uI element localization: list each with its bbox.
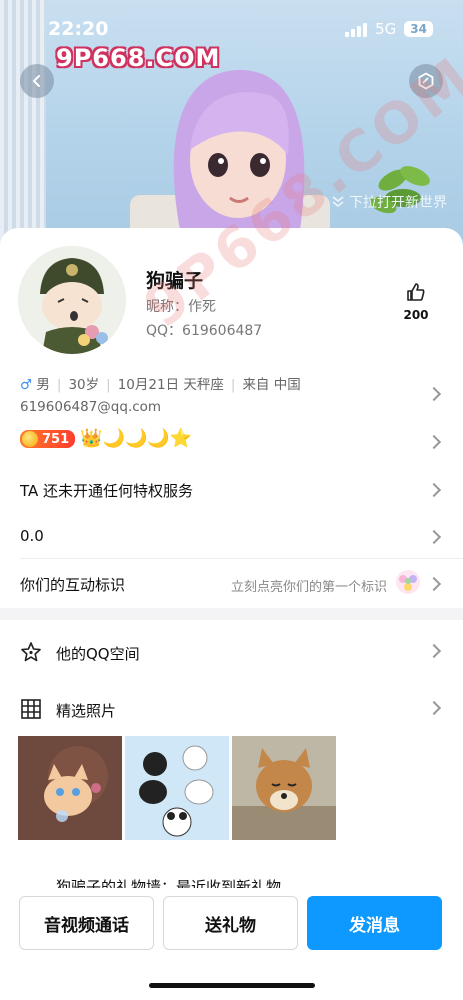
grid-icon [21,699,41,719]
hometown: 来自 中国 [242,377,301,393]
bottom-action-bar: 音视频通话 送礼物 发消息 [0,890,463,1000]
row-divider [20,558,463,559]
basic-info[interactable]: ♂ 男 | 30岁 | 10月21日 天秤座 | 来自 中国 619606487@qq.co… [20,374,430,418]
back-button[interactable] [20,64,54,98]
divider-bar: | [56,377,62,393]
gender-label: 男 [36,377,50,393]
privilege-row[interactable]: TA 还未开通任何特权服务 [20,480,443,501]
chevron-right-icon [426,643,442,659]
coin-icon [22,431,38,447]
send-gift-button[interactable]: 送礼物 [163,896,298,950]
avatar-illustration [18,246,126,354]
status-right: 5G 34 [345,20,433,38]
age: 30岁 [68,377,100,393]
divider-bar: | [230,377,236,393]
photo-dog[interactable] [232,736,336,840]
send-message-button[interactable]: 发消息 [307,896,442,950]
divider-bar: | [106,377,111,393]
section-gap [0,608,463,620]
email: 619606487@qq.com [20,399,162,415]
profile-qq-number: QQ：619606487 [146,323,263,339]
status-time: 22:20 [48,18,109,40]
cover-plant [369,166,430,214]
like-button[interactable]: 200 [399,282,433,322]
pull-down-hint[interactable]: 下拉打开新世界 [331,192,447,212]
level-icons: 👑🌙🌙🌙⭐ [80,428,193,449]
privilege-label: TA 还未开通任何特权服务 [20,482,194,500]
signal-icon [345,21,368,37]
cover-avatar-illustration [173,70,305,230]
photo-panda[interactable] [125,736,229,840]
photo-strip [18,736,336,840]
shield-settings-button[interactable] [409,64,443,98]
cat-photo-image [18,736,122,840]
value-row[interactable]: 0.0 [20,527,443,545]
interaction-label: 你们的互动标识 [20,576,126,594]
pull-hint-label: 下拉打开新世界 [349,195,447,211]
gift-wall-label: 狗骗子的礼物墙：最近收到新礼物 [56,878,282,888]
featured-photos-link[interactable]: 精选照片 [56,700,116,721]
hexagon-icon [418,72,434,90]
battery-icon: 34 [404,21,433,37]
coin-badge: 751 [20,430,76,448]
double-chevron-down-icon [332,196,344,208]
profile-card: 狗骗子 昵称：作死 QQ：619606487 200 ♂ 男 | 30岁 | 10月21… [0,228,463,1000]
birthday: 10月21日 天秤座 [117,377,224,393]
av-call-button[interactable]: 音视频通话 [19,896,154,950]
dog-photo-image [232,736,336,840]
info-line: ♂ 男 | 30岁 | 10月21日 天秤座 | 来自 中国 [20,374,430,396]
photo-cat[interactable] [18,736,122,840]
coin-count: 751 [42,431,70,447]
interaction-hint: 立刻点亮你们的第一个标识 [230,580,387,595]
value-label: 0.0 [20,527,44,545]
thumbs-up-icon [407,283,425,301]
qzone-link[interactable]: 他的QQ空间 [56,643,140,664]
flower-sticker-icon [396,570,420,594]
male-icon: ♂ [20,377,33,393]
home-indicator[interactable] [149,983,315,988]
chevron-right-icon [426,434,442,450]
star-icon [21,642,41,662]
panda-photo-image [125,736,229,840]
profile-nickname: 昵称：作死 [146,299,216,315]
avatar[interactable] [18,246,126,354]
site-watermark: 9P668.COM [56,44,221,72]
profile-name: 狗骗子 [146,270,204,292]
network-label: 5G [375,20,397,38]
like-count: 200 [403,308,429,322]
level-badges[interactable]: 751 👑🌙🌙🌙⭐ [20,430,192,448]
gift-wall-row[interactable]: 狗骗子的礼物墙：最近收到新礼物 [20,876,281,888]
chevron-right-icon [426,700,442,716]
chevron-left-icon [32,75,40,87]
